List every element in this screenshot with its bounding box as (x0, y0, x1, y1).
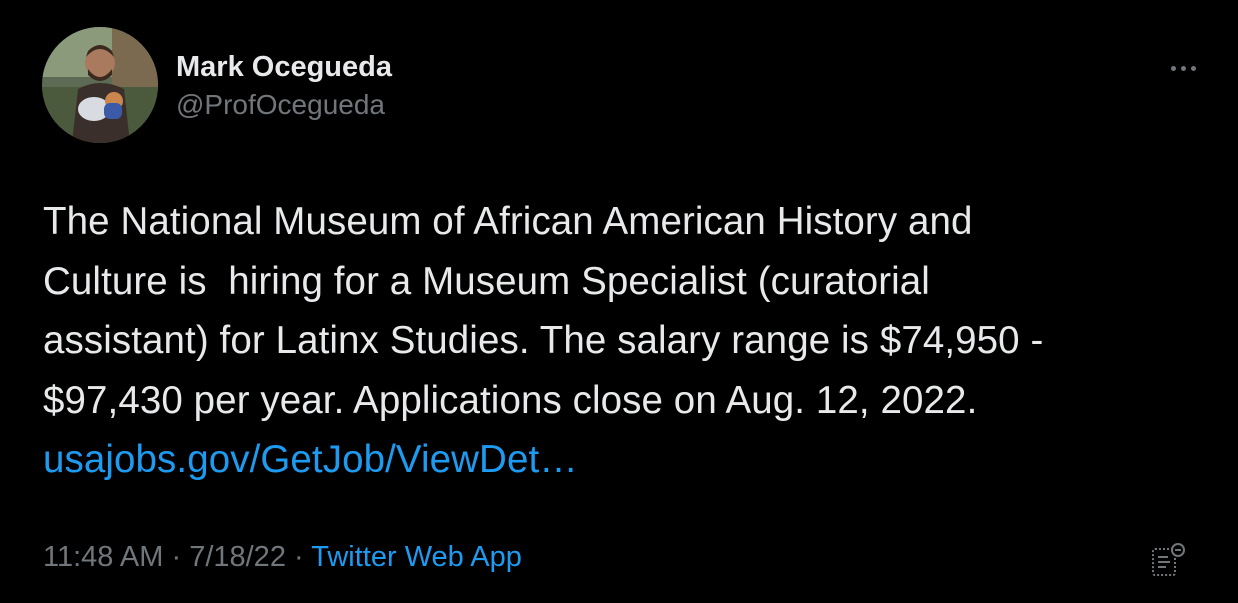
tweet: Mark Ocegueda @ProfOcegueda The National… (0, 0, 1238, 603)
tweet-date[interactable]: 7/18/22 (189, 541, 286, 573)
author-display-name[interactable]: Mark Ocegueda (176, 48, 392, 86)
author-info: Mark Ocegueda @ProfOcegueda (176, 48, 392, 124)
tweet-text-line: Culture is hiring for a Museum Specialis… (43, 259, 930, 303)
tweet-text: The National Museum of African American … (43, 192, 1213, 490)
avatar[interactable] (42, 27, 158, 143)
tweet-metadata: 11:48 AM · 7/18/22 · Twitter Web App (43, 537, 522, 577)
tweet-link[interactable]: usajobs.gov/GetJob/ViewDet… (43, 438, 578, 481)
tweet-text-line: assistant) for Latinx Studies. The salar… (43, 319, 1044, 362)
tweet-analytics-button[interactable] (1148, 540, 1188, 580)
author-handle[interactable]: @ProfOcegueda (176, 86, 392, 124)
more-options-button[interactable] (1160, 52, 1206, 84)
more-horizontal-icon (1168, 65, 1198, 71)
tweet-time[interactable]: 11:48 AM (43, 541, 163, 573)
tweet-text-line: $97,430 per year. Applications close on … (43, 378, 978, 422)
tweet-text-line: The National Museum of African American … (43, 200, 973, 243)
tweet-source[interactable]: Twitter Web App (311, 541, 522, 573)
meta-separator: · (294, 541, 304, 573)
tweet-analytics-icon (1152, 543, 1185, 576)
meta-separator: · (171, 541, 182, 573)
avatar-photo (42, 27, 158, 143)
